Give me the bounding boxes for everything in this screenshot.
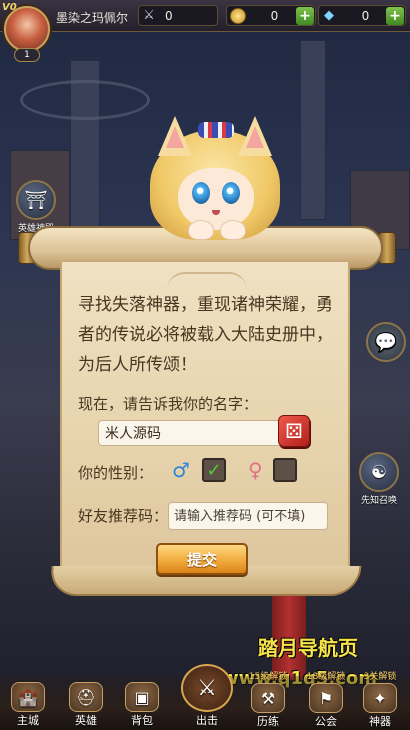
background-tower [300, 40, 326, 220]
unlock-requirement: 3关解锁 [363, 672, 397, 682]
power-value: 0 [165, 8, 173, 23]
crossed-swords-icon: ⚔ [143, 8, 155, 23]
nav-label: 历练 [257, 715, 279, 728]
nav-artifact[interactable]: 3关解锁 ✦ 神器 [356, 672, 404, 729]
scroll-ornament [167, 272, 247, 290]
referral-code-input[interactable] [168, 502, 328, 530]
nav-bag[interactable]: ▣ 背包 [118, 682, 166, 728]
nav-label: 主城 [17, 714, 39, 727]
add-gold-button[interactable]: + [296, 6, 314, 25]
female-gender-checkbox[interactable] [273, 458, 297, 482]
nav-label: 公会 [315, 715, 337, 728]
random-name-dice-button[interactable]: ⚄ [278, 415, 310, 447]
mascot-bow [198, 122, 234, 138]
prophet-summon-label: 先知召唤 [360, 496, 397, 506]
referral-code-label: 好友推荐码： [78, 507, 169, 525]
training-icon: ⚒ [251, 683, 285, 713]
diamond-resource: ◆ 0 + [318, 5, 406, 26]
watermark-title: 踏月导航页 [258, 636, 358, 660]
unlock-requirement: 18级解锁 [306, 672, 346, 682]
treasure-chest-icon: ▣ [125, 682, 159, 712]
name-prompt-label: 现在，请告诉我你的名字： [78, 395, 259, 413]
player-level-badge: 1 [14, 48, 40, 62]
prophet-summon-button[interactable]: ☯ 先知召唤 [350, 452, 408, 506]
crossed-swords-icon: ⚔ [181, 664, 233, 712]
nav-training[interactable]: 15级解锁 ⚒ 历练 [244, 672, 292, 729]
diamond-value: 0 [361, 8, 370, 23]
dice-icon: ⚄ [285, 419, 303, 443]
gold-coin-icon [227, 6, 247, 26]
gold-resource: 0 + [226, 5, 316, 26]
nav-battle[interactable]: ⚔ 出击 [178, 664, 236, 728]
character-name-input[interactable] [98, 420, 284, 446]
cat-girl-mascot [140, 108, 290, 243]
player-name: 墨染之玛佩尔 [56, 11, 129, 25]
male-gender-checkbox[interactable]: ✓ [202, 458, 226, 482]
mascot-eye-right [222, 182, 240, 204]
vip-level: V0 [2, 2, 17, 13]
story-intro-text: 寻找失落神器，重现诸神荣耀，勇者的传说必将被载入大陆史册中，为后人所传颂！ [78, 295, 333, 375]
gender-label: 你的性别： [78, 464, 154, 482]
male-symbol-icon: ♂ [172, 458, 190, 482]
chat-bubble-icon: 💬 [366, 322, 406, 362]
mascot-paw-left [188, 220, 214, 240]
power-resource: ⚔ 0 [138, 5, 218, 26]
female-symbol-icon: ♀ [248, 458, 263, 482]
nav-label: 出击 [196, 714, 218, 727]
mascot-face [178, 168, 254, 230]
nav-label: 神器 [369, 715, 391, 728]
nav-guild[interactable]: 18级解锁 ⚑ 公会 [302, 672, 350, 729]
gold-value: 0 [270, 8, 279, 23]
castle-icon: 🏰 [11, 682, 45, 712]
checkmark-icon: ✓ [206, 459, 222, 481]
artifact-gem-icon: ✦ [363, 683, 397, 713]
prophet-icon: ☯ [359, 452, 399, 492]
helmet-icon: ⛑ [69, 682, 103, 712]
nav-label: 英雄 [75, 714, 97, 727]
mascot-paw-right [220, 220, 246, 240]
chat-button[interactable]: 💬 [364, 322, 408, 363]
unlock-requirement: 15级解锁 [248, 672, 288, 682]
mascot-mouth [212, 210, 220, 215]
nav-main-city[interactable]: 🏰 主城 [4, 682, 52, 728]
nav-label: 背包 [131, 714, 153, 727]
temple-icon: ⛩ [16, 180, 56, 220]
background-ring [20, 80, 150, 120]
guild-banner-icon: ⚑ [309, 683, 343, 713]
nav-hero[interactable]: ⛑ 英雄 [62, 682, 110, 728]
add-diamond-button[interactable]: + [386, 6, 404, 25]
diamond-icon: ◆ [324, 8, 334, 23]
mascot-eye-left [192, 182, 210, 204]
submit-button[interactable]: 提交 [156, 543, 248, 575]
